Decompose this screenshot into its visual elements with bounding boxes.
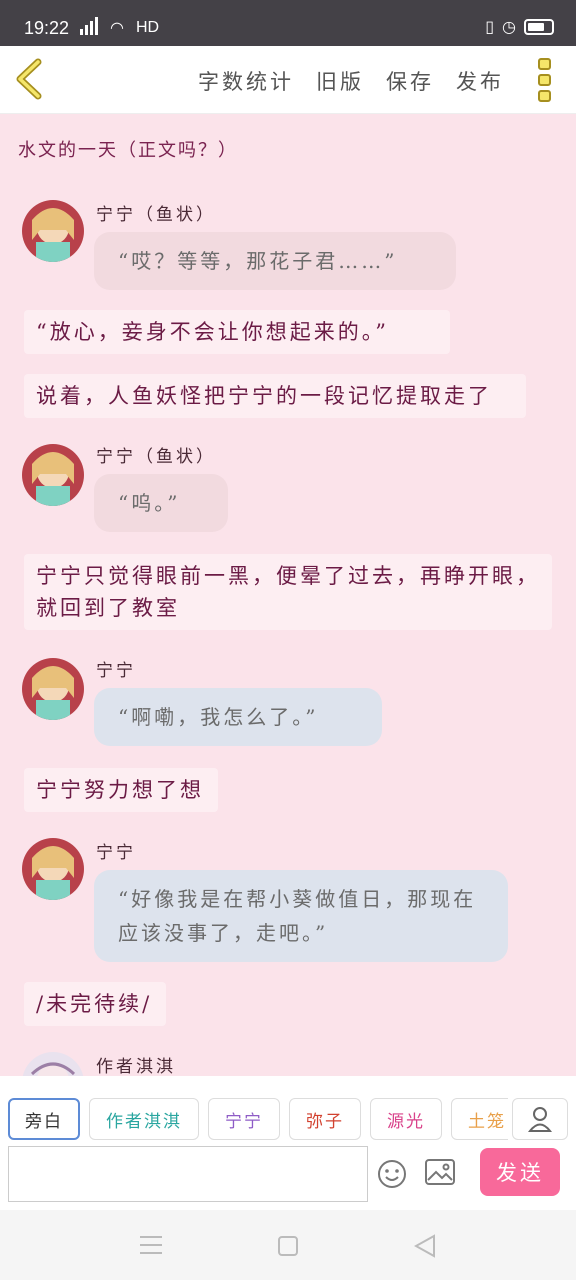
more-menu-icon[interactable] <box>538 58 552 102</box>
character-chips: 旁白 作者淇淇 宁宁 弥子 源光 土笼 <box>8 1098 508 1140</box>
character-chip-minamoto[interactable]: 源光 <box>370 1098 442 1140</box>
character-chip-nene[interactable]: 宁宁 <box>208 1098 280 1140</box>
message-speaker: 作者淇淇 <box>96 1057 176 1076</box>
character-chip-mitsuko[interactable]: 弥子 <box>289 1098 361 1140</box>
vibrate-icon: ▯ <box>485 19 495 36</box>
signal-icon <box>80 17 98 35</box>
person-icon[interactable] <box>512 1098 568 1140</box>
compose-panel: 旁白 作者淇淇 宁宁 弥子 源光 土笼 发送 <box>0 1076 576 1210</box>
story-title: 水文的一天（正文吗？） <box>18 140 238 161</box>
word-count-button[interactable]: 字数统计 <box>198 66 294 96</box>
message-input[interactable] <box>8 1146 368 1202</box>
alarm-icon: ◷ <box>502 19 516 36</box>
top-toolbar: 字数统计 旧版 保存 发布 <box>0 46 576 114</box>
status-time: 19:22 <box>24 18 70 38</box>
send-button[interactable]: 发送 <box>480 1148 560 1196</box>
back-chevron-icon[interactable] <box>14 58 44 100</box>
narration-block[interactable]: “放心，妾身不会让你想起来的。” <box>24 310 450 354</box>
status-bar: 19:22 ◠ HD ▯ ◷ <box>0 0 576 46</box>
narration-block[interactable]: 说着，人鱼妖怪把宁宁的一段记忆提取走了 <box>24 374 526 418</box>
message-speaker: 宁宁（鱼状） <box>96 205 216 225</box>
message-speaker: 宁宁（鱼状） <box>96 447 216 467</box>
image-icon[interactable] <box>424 1158 456 1186</box>
nav-home-icon[interactable] <box>278 1236 298 1256</box>
avatar[interactable] <box>22 444 84 506</box>
system-nav-bar <box>0 1210 576 1280</box>
character-chip-author[interactable]: 作者淇淇 <box>89 1098 199 1140</box>
message-speaker: 宁宁 <box>96 661 136 681</box>
hd-badge: HD <box>136 19 160 36</box>
avatar[interactable] <box>22 200 84 262</box>
battery-icon <box>524 19 554 35</box>
narration-block[interactable]: 宁宁只觉得眼前一黑，便晕了过去，再睁开眼，就回到了教室 <box>24 554 552 630</box>
character-chip-tsuchigomori[interactable]: 土笼 <box>451 1098 508 1140</box>
avatar[interactable] <box>22 658 84 720</box>
old-version-button[interactable]: 旧版 <box>316 66 364 96</box>
narration-block[interactable]: /未完待续/ <box>24 982 166 1026</box>
toolbar-actions: 字数统计 旧版 保存 发布 <box>198 66 504 96</box>
narration-block[interactable]: 宁宁努力想了想 <box>24 768 218 812</box>
message-bubble[interactable]: “哎？等等，那花子君……” <box>94 232 456 290</box>
avatar[interactable] <box>22 1052 84 1076</box>
nav-menu-icon[interactable] <box>140 1236 162 1254</box>
message-bubble[interactable]: “啊嘞，我怎么了。” <box>94 688 382 746</box>
story-chat[interactable]: 水文的一天（正文吗？） 宁宁（鱼状） “哎？等等，那花子君……” “放心，妾身不… <box>0 114 576 1076</box>
message-bubble[interactable]: “呜。” <box>94 474 228 532</box>
avatar[interactable] <box>22 838 84 900</box>
publish-button[interactable]: 发布 <box>456 66 504 96</box>
emoji-icon[interactable] <box>376 1158 408 1190</box>
message-speaker: 宁宁 <box>96 843 136 863</box>
character-chip-narrator[interactable]: 旁白 <box>8 1098 80 1140</box>
status-right: ▯ ◷ <box>485 17 554 37</box>
save-button[interactable]: 保存 <box>386 66 434 96</box>
message-bubble[interactable]: “好像我是在帮小葵做值日，那现在应该没事了，走吧。” <box>94 870 508 962</box>
wifi-icon: ◠ <box>110 20 124 37</box>
nav-back-icon[interactable] <box>414 1234 436 1258</box>
